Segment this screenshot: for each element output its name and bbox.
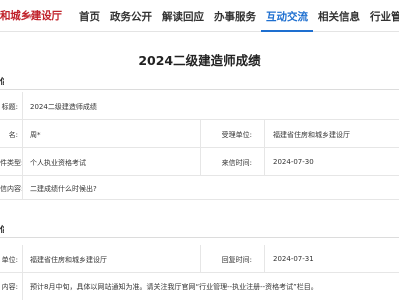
reply-unit-label: 单位: — [1, 256, 18, 264]
letter-type-label: 件类型: — [0, 159, 24, 167]
top-navigation-bar: 和城乡建设厅 福建 首页 政务公开 解读回应 办事服务 互动交流 相关信息 行业… — [0, 0, 399, 32]
nav-home[interactable]: 首页 — [74, 0, 105, 32]
nav-interpretation[interactable]: 解读回应 — [157, 0, 209, 32]
reply-date-label: 回复时间: — [221, 256, 252, 264]
divider — [22, 245, 23, 272]
divider — [264, 148, 265, 175]
nav-services[interactable]: 办事服务 — [209, 0, 261, 32]
main-nav: 首页 政务公开 解读回应 办事服务 互动交流 相关信息 行业管理 — [74, 0, 399, 32]
letter-content-row: 信内容: 二建成绩什么时候出? — [0, 176, 399, 200]
letter-type-row: 件类型: 个人执业资格考试 来信时间: 2024-07-30 — [0, 148, 399, 176]
reply-content-row: 内容: 预计8月中旬，具体以网站通知为准。请关注我厅官网“行业管理--执业注册-… — [0, 273, 399, 300]
page-title: 2024二级建造师成绩 — [138, 53, 261, 68]
sender-name-label: 名: — [8, 131, 18, 139]
letter-title-row: 标题: 2024二级建造师成绩 — [0, 92, 399, 120]
sender-name-value: 周* — [30, 131, 41, 139]
letter-content-value: 二建成绩什么时候出? — [30, 185, 97, 193]
divider — [22, 120, 23, 147]
divider — [22, 148, 23, 175]
divider — [264, 120, 265, 147]
receiving-dept-label: 受理单位: — [221, 131, 252, 139]
letter-title-label: 标题: — [1, 103, 18, 111]
letter-section-title: 信 — [0, 76, 4, 85]
nav-government-affairs[interactable]: 政务公开 — [105, 0, 157, 32]
letter-type-value: 个人执业资格考试 — [30, 159, 86, 167]
divider — [22, 92, 23, 119]
letter-name-row: 名: 周* 受理单位: 福建省住房和城乡建设厅 — [0, 120, 399, 148]
reply-section-header: 信 — [0, 224, 399, 238]
nav-related-info[interactable]: 相关信息 — [313, 0, 365, 32]
nav-industry-management[interactable]: 行业管理 — [365, 0, 399, 32]
reply-date-value: 2024-07-31 — [273, 255, 314, 263]
logo-subtext: 福建 — [24, 14, 32, 19]
letter-date-value: 2024-07-30 — [273, 158, 314, 166]
letter-section-header: 信 — [0, 76, 399, 90]
reply-unit-value: 福建省住房和城乡建设厅 — [30, 256, 107, 264]
letter-content-label: 信内容: — [0, 185, 24, 193]
divider — [22, 176, 23, 199]
nav-interaction[interactable]: 互动交流 — [261, 0, 313, 32]
reply-content-value: 预计8月中旬，具体以网站通知为准。请关注我厅官网“行业管理--执业注册--资格考… — [30, 283, 318, 291]
letter-title-value: 2024二级建造师成绩 — [30, 103, 97, 111]
letter-date-label: 来信时间: — [221, 159, 252, 167]
reply-unit-row: 单位: 福建省住房和城乡建设厅 回复时间: 2024-07-31 — [0, 245, 399, 273]
reply-content-label: 内容: — [1, 283, 18, 291]
divider — [264, 245, 265, 272]
receiving-dept-value: 福建省住房和城乡建设厅 — [273, 131, 350, 139]
reply-section-title: 信 — [0, 224, 4, 233]
divider — [22, 273, 23, 300]
